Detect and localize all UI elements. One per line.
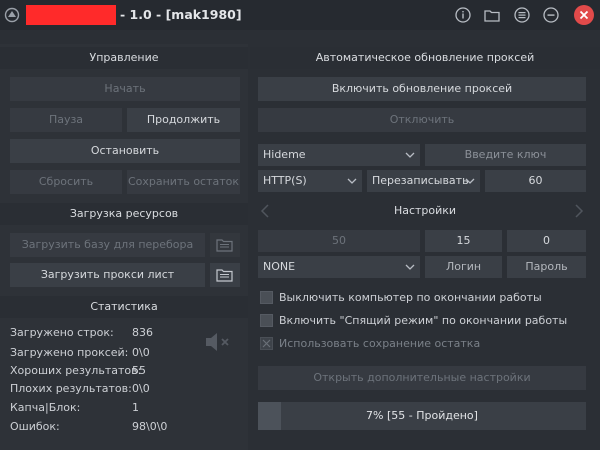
- chevron-down-icon: [465, 178, 475, 184]
- save-rest-checkbox[interactable]: [260, 337, 273, 350]
- proxy-service-select[interactable]: Hideme: [258, 144, 420, 166]
- close-button[interactable]: [574, 5, 594, 25]
- pause-button[interactable]: Пауза: [10, 108, 122, 132]
- chevron-down-icon: [347, 178, 357, 184]
- password-input[interactable]: Пароль: [507, 256, 586, 278]
- stat-value-good: 55: [132, 364, 146, 377]
- sleep-label: Включить "Спящий режим" по окончании раб…: [279, 314, 568, 327]
- start-button[interactable]: Начать: [10, 77, 240, 101]
- close-icon: [579, 10, 589, 20]
- check-mark-icon: [262, 339, 271, 348]
- proxy-type-value: NONE: [263, 260, 296, 273]
- folder-icon[interactable]: [483, 6, 501, 24]
- settings-field-2[interactable]: 15: [425, 230, 502, 252]
- control-header: Управление: [0, 47, 248, 69]
- folder-list-icon: [216, 239, 233, 252]
- progress-bar: 7% [55 - Пройдено]: [258, 402, 586, 430]
- stats-header: Статистика: [0, 296, 248, 318]
- disable-proxy-update-button[interactable]: Отключить: [258, 108, 586, 132]
- stat-value-captcha: 1: [132, 401, 139, 414]
- folder-list-icon: [216, 269, 233, 282]
- settings-field-1[interactable]: 50: [258, 230, 420, 252]
- chevron-down-icon: [405, 152, 415, 158]
- load-proxy-folder-button[interactable]: [210, 263, 240, 287]
- redacted-title-block: [26, 5, 116, 25]
- progress-text: 7% [55 - Пройдено]: [366, 409, 478, 422]
- mode-select[interactable]: Перезаписывать: [367, 170, 480, 192]
- login-input[interactable]: Логин: [425, 256, 502, 278]
- resources-header: Загрузка ресурсов: [0, 203, 248, 225]
- reset-button[interactable]: Сбросить: [10, 170, 122, 194]
- more-settings-button[interactable]: Открыть дополнительные настройки: [258, 366, 586, 390]
- api-key-input[interactable]: Введите ключ: [425, 144, 586, 166]
- settings-header: Настройки: [393, 204, 457, 217]
- speaker-muted-icon[interactable]: [203, 330, 233, 354]
- save-rest-label: Использовать сохранение остатка: [279, 337, 481, 350]
- stat-label-errors: Ошибок:: [10, 420, 60, 433]
- enable-proxy-update-button[interactable]: Включить обновление проксей: [258, 77, 586, 101]
- load-base-button[interactable]: Загрузить базу для перебора: [10, 233, 205, 257]
- window-title: - 1.0 - [mak1980]: [120, 7, 242, 22]
- save-rest-button[interactable]: Сохранить остаток: [127, 170, 240, 194]
- sleep-checkbox[interactable]: [260, 314, 273, 327]
- stat-label-proxies: Загружено проксей:: [10, 346, 129, 359]
- continue-button[interactable]: Продолжить: [127, 108, 240, 132]
- stop-button[interactable]: Остановить: [10, 139, 240, 163]
- settings-field-3[interactable]: 0: [507, 230, 586, 252]
- menu-icon[interactable]: [513, 6, 531, 24]
- stat-value-bad: 0\0: [132, 382, 150, 395]
- shutdown-checkbox[interactable]: [260, 291, 273, 304]
- stat-value-proxies: 0\0: [132, 346, 150, 359]
- stat-label-bad: Плохих результатов:: [10, 382, 132, 395]
- chevron-down-icon: [405, 264, 415, 270]
- protocol-select[interactable]: HTTP(S): [258, 170, 362, 192]
- proxy-update-header: Автоматическое обновление проксей: [250, 47, 600, 69]
- app-logo-icon: [4, 7, 20, 23]
- interval-input[interactable]: 60: [485, 170, 586, 192]
- load-base-folder-button[interactable]: [210, 233, 240, 257]
- mode-value: Перезаписывать: [372, 174, 469, 187]
- proxy-type-select[interactable]: NONE: [258, 256, 420, 278]
- stat-value-lines: 836: [132, 326, 153, 339]
- minimize-icon[interactable]: [542, 6, 560, 24]
- load-proxy-button[interactable]: Загрузить прокси лист: [10, 263, 205, 287]
- shutdown-label: Выключить компьютер по окончании работы: [279, 291, 542, 304]
- proxy-service-value: Hideme: [263, 148, 306, 161]
- stat-label-good: Хороших результатов:: [10, 364, 142, 377]
- stat-value-errors: 98\0\0: [132, 420, 168, 433]
- protocol-value: HTTP(S): [263, 174, 307, 187]
- chevron-right-icon[interactable]: [574, 204, 584, 218]
- stat-label-captcha: Капча|Блок:: [10, 401, 81, 414]
- info-icon[interactable]: [454, 6, 472, 24]
- stat-label-lines: Загружено строк:: [10, 326, 114, 339]
